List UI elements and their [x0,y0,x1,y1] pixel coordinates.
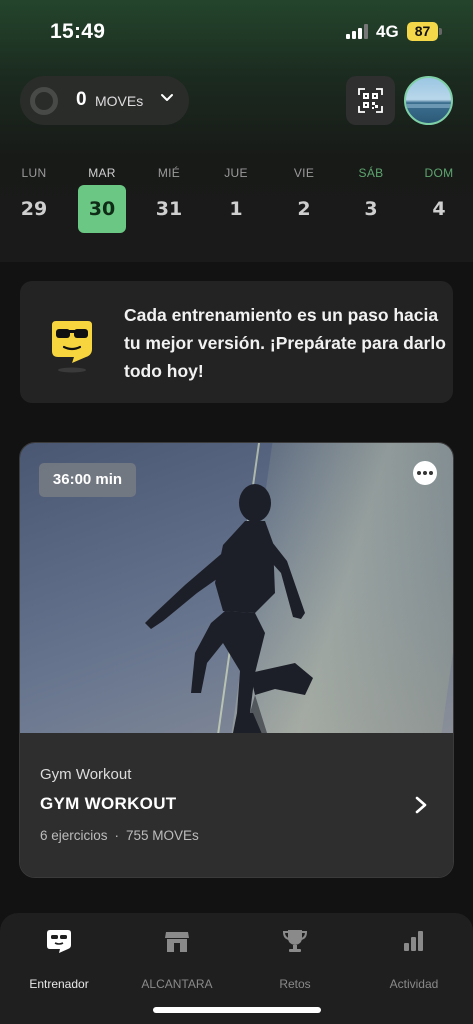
day-dom[interactable]: DOM 4 [409,160,469,240]
battery-tip [439,28,442,35]
battery-level: 87 [407,22,438,41]
workout-category: Gym Workout [40,766,132,783]
workout-meta: 6 ejercicios · 755 MOVEs [40,828,199,843]
home-indicator[interactable] [153,1007,321,1013]
day-number: 3 [364,198,378,220]
nav-label: Entrenador [29,977,89,991]
profile-avatar[interactable] [404,76,453,125]
more-dot [417,471,421,475]
day-mar-selected[interactable]: MAR 30 [72,160,132,240]
coach-face-icon [47,930,71,953]
day-name: JUE [224,166,248,180]
day-number: 1 [229,198,243,220]
nav-label: ALCANTARA [141,977,213,991]
chevron-right-icon[interactable] [414,795,428,815]
sunglasses-face-icon [52,321,92,373]
chevron-down-icon [161,94,173,101]
store-icon [165,932,189,952]
nav-label: Actividad [389,977,439,991]
qr-scan-button[interactable] [346,76,395,125]
coach-message: Cada entrenamiento es un paso hacia tu m… [124,305,446,381]
day-number: 31 [155,198,183,220]
coach-message-card: Cada entrenamiento es un paso hacia tu m… [20,281,453,403]
trophy-icon [282,930,308,952]
meta-separator: · [114,828,120,843]
qr-code-icon [358,88,383,113]
moves-label: MOVEs [95,93,144,109]
day-name: MIÉ [157,166,181,180]
day-number: 4 [432,198,446,220]
avatar-horizon [406,104,451,108]
day-name: SÁB [358,166,384,180]
more-dot [423,471,427,475]
cellular-signal-icon [346,24,368,39]
nav-label: Retos [279,977,311,991]
day-mie[interactable]: MIÉ 31 [139,160,199,240]
more-dot [429,471,433,475]
moves-selector[interactable]: 0 MOVEs [20,76,189,125]
week-calendar: LUN 29 MAR 30 MIÉ 31 JUE 1 VIE 2 SÁB 3 D… [0,160,473,240]
nav-alcantara[interactable]: ALCANTARA [118,927,236,991]
workout-exercises: 6 ejercicios [40,828,108,843]
day-name: LUN [21,166,47,180]
status-bar: 15:49 4G 87 [0,0,473,62]
nav-entrenador[interactable]: Entrenador [0,927,118,991]
workout-duration-badge: 36:00 min [39,463,136,497]
moves-progress-ring-icon [30,87,58,115]
bar-chart-icon [404,931,423,951]
day-name: VIE [293,166,315,180]
day-name: MAR [88,166,116,180]
day-number: 30 [78,185,126,233]
day-lun[interactable]: LUN 29 [4,160,64,240]
day-number: 2 [297,198,311,220]
status-time: 15:49 [50,20,106,43]
day-number: 29 [20,198,48,220]
workout-info-panel: Gym Workout GYM WORKOUT 6 ejercicios · 755… [20,733,453,877]
moves-count: 0 [76,89,87,110]
nav-actividad[interactable]: Actividad [355,927,473,991]
more-options-button[interactable] [413,461,437,485]
day-vie[interactable]: VIE 2 [274,160,334,240]
workout-title: GYM WORKOUT [40,794,177,813]
day-name: DOM [424,166,454,180]
network-type: 4G [376,22,399,41]
day-sab[interactable]: SÁB 3 [341,160,401,240]
nav-retos[interactable]: Retos [236,927,354,991]
workout-card[interactable]: 36:00 min Gym Workout GYM WORKOUT 6 ejer… [19,442,454,878]
workout-moves: 755 MOVEs [126,828,199,843]
day-jue[interactable]: JUE 1 [206,160,266,240]
